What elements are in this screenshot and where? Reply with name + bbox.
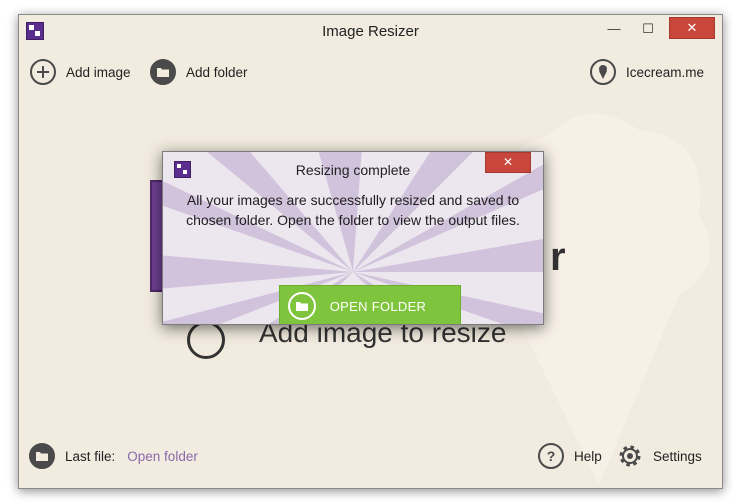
close-button[interactable]: ✕ xyxy=(669,17,715,39)
settings-button[interactable]: Settings xyxy=(617,443,702,469)
settings-label: Settings xyxy=(653,448,702,464)
add-folder-label: Add folder xyxy=(186,64,248,80)
add-image-label: Add image xyxy=(66,64,131,80)
plus-icon xyxy=(30,59,56,85)
open-folder-button[interactable]: OPEN FOLDER xyxy=(279,285,461,324)
title-bar: Image Resizer — ☐ ✕ xyxy=(19,15,722,45)
add-folder-button[interactable]: Add folder xyxy=(150,59,248,85)
heading-fragment: r xyxy=(550,235,566,279)
folder-icon xyxy=(150,59,176,85)
svg-text:?: ? xyxy=(547,448,556,464)
folder-icon[interactable] xyxy=(29,443,55,469)
folder-icon xyxy=(288,292,316,320)
icecream-icon xyxy=(590,59,616,85)
minimize-button[interactable]: — xyxy=(602,19,626,39)
open-folder-link[interactable]: Open folder xyxy=(127,449,198,464)
dialog-close-button[interactable]: ✕ xyxy=(485,152,531,173)
help-button[interactable]: ? Help xyxy=(538,443,602,469)
icecream-link[interactable]: Icecream.me xyxy=(590,59,704,85)
add-image-button[interactable]: Add image xyxy=(30,59,131,85)
question-icon: ? xyxy=(538,443,564,469)
maximize-button[interactable]: ☐ xyxy=(636,19,660,39)
last-file-label: Last file: xyxy=(65,448,116,464)
gear-icon xyxy=(617,443,643,469)
open-folder-button-label: OPEN FOLDER xyxy=(329,298,427,314)
resizing-complete-dialog: Resizing complete ✕ All your images are … xyxy=(162,151,544,325)
add-image-large-icon[interactable] xyxy=(187,321,225,359)
icecream-label: Icecream.me xyxy=(626,64,705,80)
help-label: Help xyxy=(574,448,602,464)
dialog-message: All your images are successfully resized… xyxy=(186,192,520,228)
last-file-area: Last file: Open folder xyxy=(29,443,198,469)
